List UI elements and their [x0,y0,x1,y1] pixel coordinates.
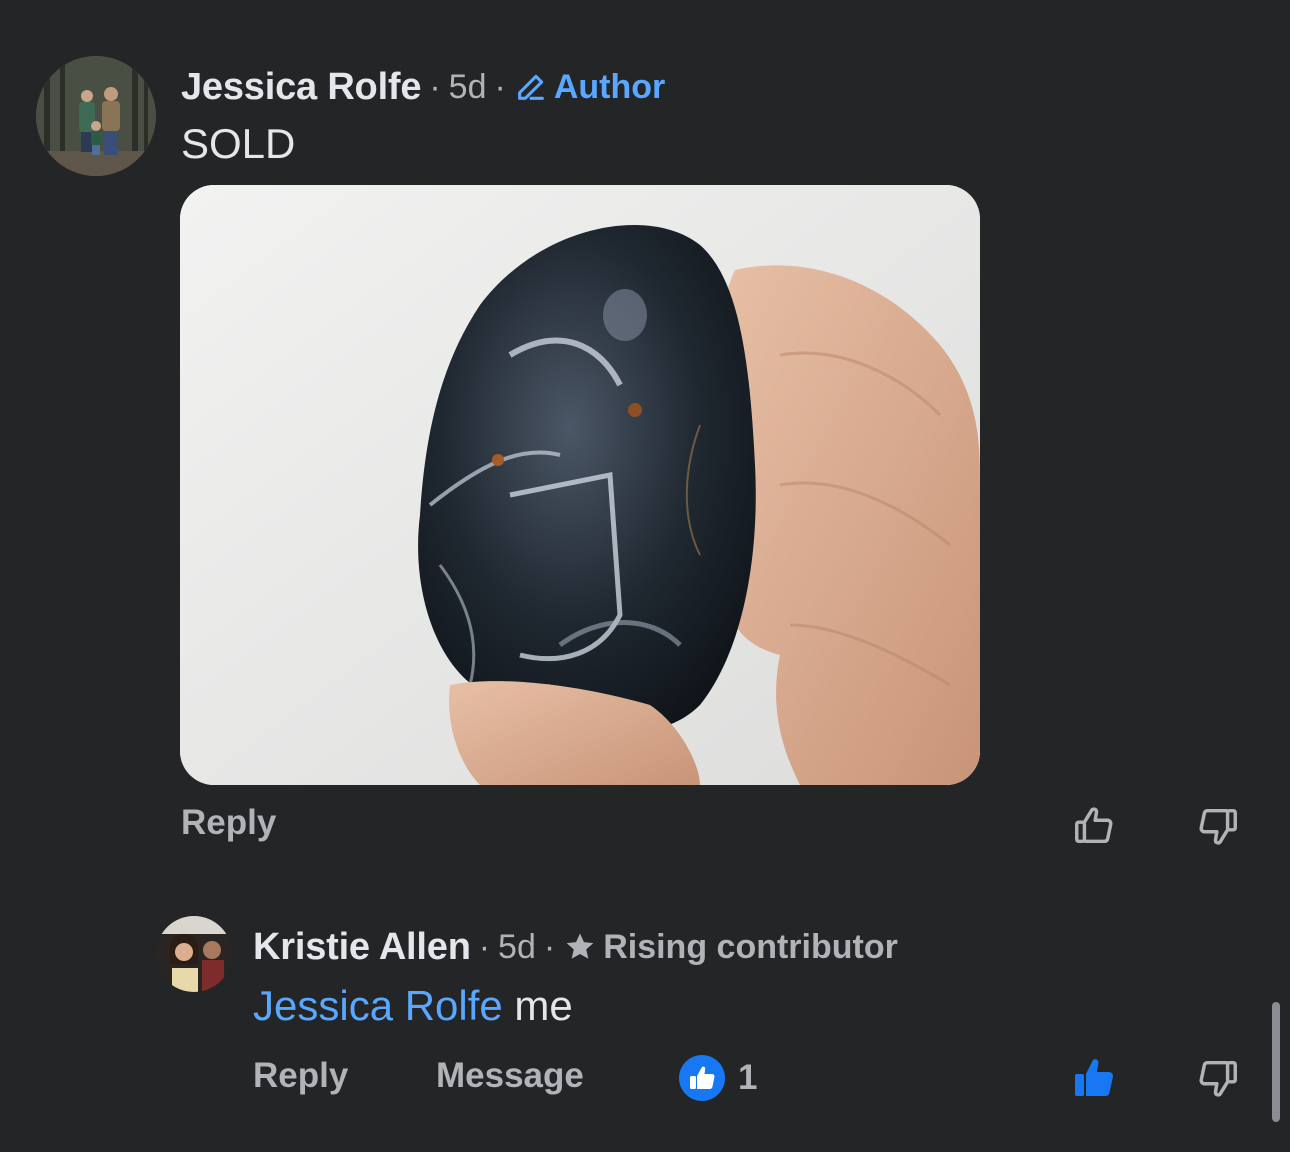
thumbs-up-icon[interactable] [1068,1052,1120,1104]
message-button[interactable]: Message [436,1056,584,1096]
scrollbar[interactable] [1272,1002,1280,1122]
comment-text: Jessica Rolfe me [253,982,573,1030]
thumbs-up-icon[interactable] [1068,800,1120,852]
comment-header: Kristie Allen · 5d · Rising contributor [253,922,898,972]
separator-dot: · [543,927,556,966]
reaction-count: 1 [738,1058,758,1097]
timestamp[interactable]: 5d [449,68,487,107]
thumbs-down-icon[interactable] [1192,1052,1244,1104]
author-badge-label: Author [553,67,666,106]
author-badge: Author [514,68,665,107]
comment-text: SOLD [181,120,296,167]
reaction-summary[interactable]: 1 [678,1054,757,1102]
comment-photo-agate[interactable] [180,185,980,785]
timestamp[interactable]: 5d [498,928,536,967]
avatar-jessica-rolfe[interactable] [36,56,156,176]
pencil-icon [517,74,544,100]
separator-dot: · [478,927,491,966]
like-reaction-icon [679,1055,725,1101]
comment-text-body: me [502,982,573,1029]
contributor-badge-label: Rising contributor [603,927,898,966]
avatar-kristie-allen[interactable] [156,916,232,992]
author-name[interactable]: Jessica Rolfe [181,66,422,109]
separator-dot: · [429,67,441,106]
separator-dot: · [494,67,506,106]
reply-button[interactable]: Reply [181,803,276,843]
reply-button[interactable]: Reply [253,1056,348,1096]
contributor-badge: Rising contributor [563,928,898,967]
comment-header: Jessica Rolfe · 5d · Author [181,62,665,112]
star-icon [566,933,594,959]
author-name[interactable]: Kristie Allen [253,926,471,969]
mention-link[interactable]: Jessica Rolfe [253,982,503,1029]
thumbs-down-icon[interactable] [1192,800,1244,852]
